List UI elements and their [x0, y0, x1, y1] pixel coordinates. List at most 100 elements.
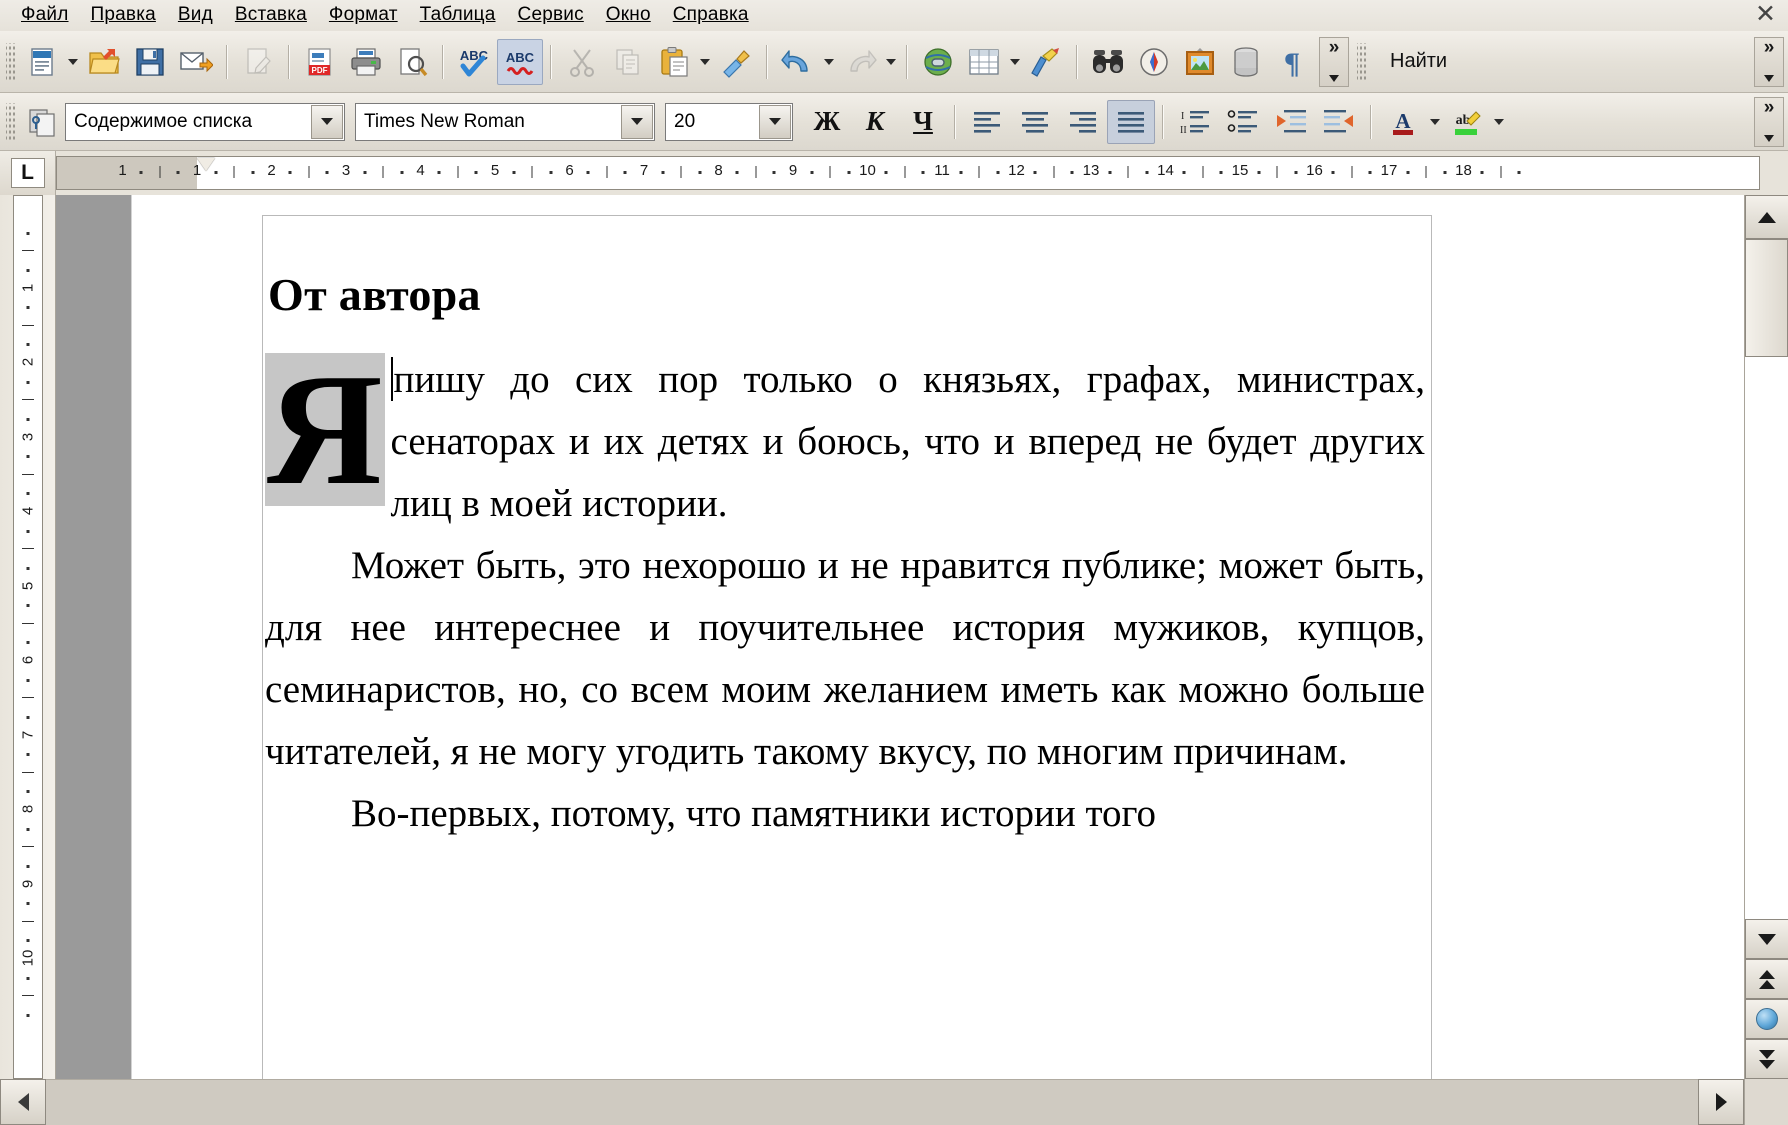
font-size-dropdown-icon[interactable] — [759, 104, 791, 139]
export-pdf-icon[interactable]: PDF — [297, 39, 343, 85]
paragraph-styles-icon[interactable] — [19, 99, 65, 145]
save-icon[interactable] — [127, 39, 173, 85]
align-right-icon[interactable] — [1059, 100, 1107, 144]
font-color-icon[interactable]: A — [1379, 100, 1427, 144]
svg-text:ABC: ABC — [460, 48, 489, 63]
paste-icon[interactable] — [651, 39, 697, 85]
menu-insert[interactable]: Вставка — [224, 2, 318, 29]
increase-indent-icon[interactable] — [1315, 100, 1363, 144]
redo-dropdown-icon[interactable] — [883, 39, 899, 85]
find-toolbar-overflow[interactable]: » — [1754, 36, 1784, 87]
overflow-down-icon-3 — [1764, 134, 1774, 142]
menu-edit-label: Правка — [90, 4, 156, 25]
navigation-button[interactable] — [1745, 999, 1788, 1039]
align-center-icon[interactable] — [1011, 100, 1059, 144]
horizontal-scroll-track[interactable] — [46, 1079, 1698, 1125]
ruler-subtick — [978, 166, 980, 178]
font-name-combo[interactable]: Times New Roman — [355, 102, 655, 141]
scroll-down-icon — [1758, 933, 1776, 945]
new-document-dropdown-icon[interactable] — [65, 39, 81, 85]
new-document-icon[interactable] — [19, 39, 65, 85]
close-icon[interactable]: ✕ — [1755, 2, 1776, 27]
menu-view[interactable]: Вид — [167, 2, 224, 29]
vertical-scrollbar[interactable] — [1744, 195, 1788, 1079]
paste-dropdown-icon[interactable] — [697, 39, 713, 85]
decrease-indent-icon[interactable] — [1267, 100, 1315, 144]
vertical-ruler[interactable]: 1 2 3 4 5 6 7 8 9 10 — [0, 195, 56, 1079]
menu-format[interactable]: Формат — [318, 2, 409, 29]
paragraph-1[interactable]: Япишу до сих пор только о князьях, графа… — [263, 349, 1431, 535]
ruler-subtick — [437, 171, 441, 174]
paragraph-3[interactable]: Во-первых, потому, что памятники истории… — [263, 783, 1431, 845]
standard-toolbar-overflow[interactable]: » — [1319, 36, 1349, 87]
document-canvas[interactable]: От автора Япишу до сих пор только о княз… — [56, 195, 1744, 1079]
copy-icon[interactable] — [605, 39, 651, 85]
text-frame[interactable]: От автора Япишу до сих пор только о княз… — [262, 215, 1432, 1079]
formatting-marks-icon[interactable]: ¶ — [1269, 39, 1315, 85]
italic-button[interactable]: К — [851, 100, 899, 144]
redo-icon[interactable] — [837, 39, 883, 85]
menu-bar: Файл Правка Вид Вставка Формат Таблица С… — [0, 0, 1788, 31]
print-preview-icon[interactable] — [389, 39, 435, 85]
send-email-icon[interactable] — [173, 39, 219, 85]
data-sources-icon[interactable] — [1223, 39, 1269, 85]
align-left-icon[interactable] — [963, 100, 1011, 144]
align-justify-icon[interactable] — [1107, 99, 1155, 144]
hyperlink-icon[interactable] — [915, 39, 961, 85]
menu-help[interactable]: Справка — [662, 2, 760, 29]
paragraph-style-dropdown-icon[interactable] — [311, 104, 343, 139]
cut-icon[interactable] — [559, 39, 605, 85]
underline-button[interactable]: Ч — [899, 100, 947, 144]
find-toolbar-grip[interactable] — [1357, 42, 1366, 81]
scroll-down-button[interactable] — [1745, 919, 1788, 959]
open-folder-icon[interactable] — [81, 39, 127, 85]
print-icon[interactable] — [343, 39, 389, 85]
standard-toolbar: PDF ABC ABC ¶ » Найти » — [0, 31, 1788, 93]
undo-dropdown-icon[interactable] — [821, 39, 837, 85]
formatting-toolbar-grip[interactable] — [6, 102, 15, 141]
bold-button[interactable]: Ж — [803, 100, 851, 144]
tab-stop-selector[interactable]: L — [0, 151, 56, 195]
font-size-combo[interactable]: 20 — [665, 102, 793, 141]
menu-file[interactable]: Файл — [10, 2, 80, 29]
find-replace-icon[interactable] — [1085, 39, 1131, 85]
insert-table-icon[interactable] — [961, 39, 1007, 85]
toolbar-grip[interactable] — [6, 42, 15, 81]
menu-table[interactable]: Таблица — [409, 2, 507, 29]
numbered-list-icon[interactable]: I II — [1171, 100, 1219, 144]
edit-file-icon[interactable] — [235, 39, 281, 85]
formatting-toolbar-overflow[interactable]: » — [1754, 96, 1784, 147]
document-page[interactable]: От автора Япишу до сих пор только о княз… — [132, 195, 1744, 1079]
scroll-up-button[interactable] — [1745, 195, 1788, 239]
gallery-icon[interactable] — [1177, 39, 1223, 85]
clone-formatting-icon[interactable] — [713, 39, 759, 85]
vertical-scroll-thumb[interactable] — [1745, 239, 1788, 357]
vertical-ruler-tick-label: 5 — [19, 581, 36, 590]
bullet-list-icon[interactable] — [1219, 100, 1267, 144]
scroll-left-button[interactable] — [0, 1079, 46, 1125]
menu-window[interactable]: Окно — [595, 2, 662, 29]
horizontal-ruler[interactable]: 1 1 2 3 4 5 6 7 8 9 10 11 12 13 14 15 16 17 18 — [56, 156, 1760, 190]
ruler-tick-label: 9 — [788, 162, 798, 179]
navigator-icon[interactable] — [1131, 39, 1177, 85]
paragraph-style-combo[interactable]: Содержимое списка — [65, 102, 345, 141]
scroll-right-button[interactable] — [1698, 1079, 1744, 1125]
insert-table-dropdown-icon[interactable] — [1007, 39, 1023, 85]
first-line-indent-marker[interactable] — [197, 158, 215, 171]
highlighting-dropdown-icon[interactable] — [1491, 99, 1507, 145]
vertical-scroll-track[interactable] — [1745, 239, 1788, 919]
paragraph-2[interactable]: Может быть, это нехорошо и не нравится п… — [263, 535, 1431, 783]
menu-file-label: Файл — [21, 4, 69, 25]
next-page-button[interactable] — [1745, 1039, 1788, 1079]
menu-tools[interactable]: Сервис — [507, 2, 595, 29]
font-color-dropdown-icon[interactable] — [1427, 99, 1443, 145]
find-toolbar-label[interactable]: Найти — [1370, 50, 1465, 73]
drawing-functions-icon[interactable] — [1023, 39, 1069, 85]
menu-edit[interactable]: Правка — [80, 2, 167, 29]
spellcheck-icon[interactable]: ABC — [451, 39, 497, 85]
previous-page-button[interactable] — [1745, 959, 1788, 999]
highlighting-icon[interactable]: ab — [1443, 100, 1491, 144]
font-name-dropdown-icon[interactable] — [621, 104, 653, 139]
undo-icon[interactable] — [775, 39, 821, 85]
autospellcheck-icon[interactable]: ABC — [497, 38, 543, 85]
